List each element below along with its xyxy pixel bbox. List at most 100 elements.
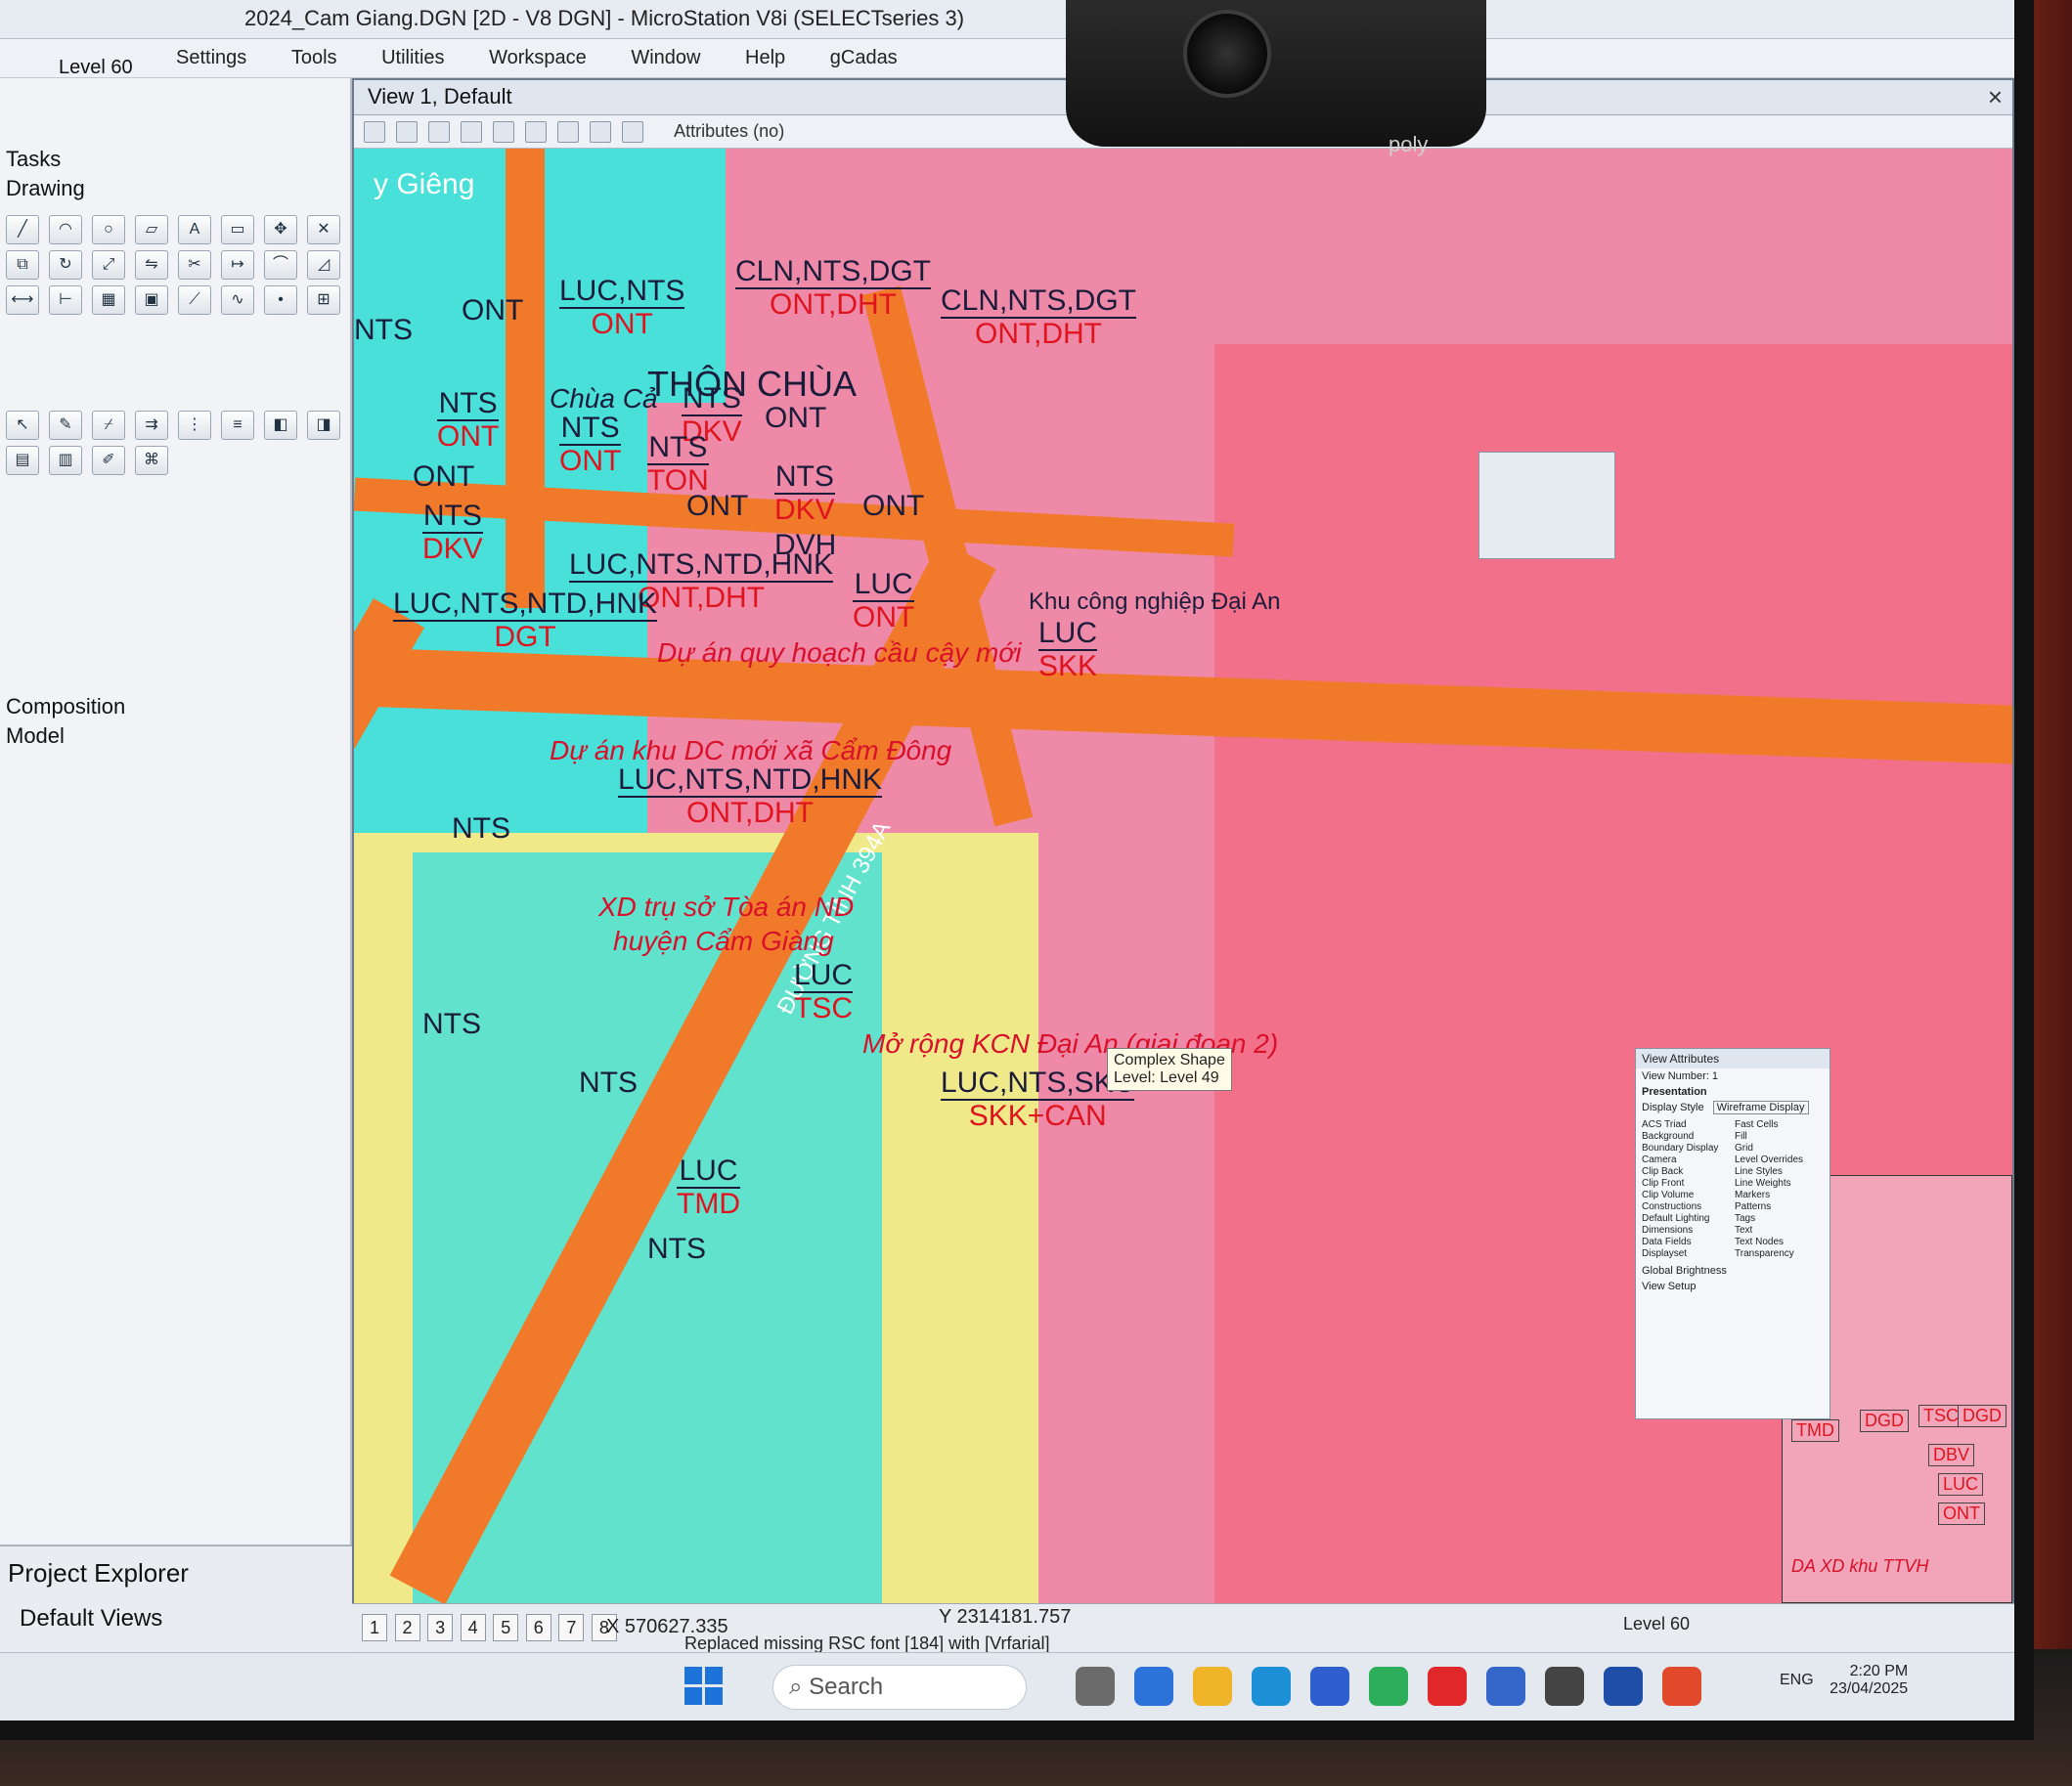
option-patterns[interactable]: Patterns [1735,1201,1824,1212]
option-background[interactable]: Background [1642,1131,1731,1142]
tag-tool[interactable]: ⌘ [135,446,168,475]
mirror-tool[interactable]: ⇋ [135,250,168,280]
menu-gcadas[interactable]: gCadas [830,47,898,69]
rotate-tool[interactable]: ↻ [49,250,82,280]
fit-view-icon[interactable] [493,121,515,144]
view-number-field[interactable]: View Number: 1 [1636,1068,1830,1084]
view-tab-4[interactable]: 4 [460,1614,486,1641]
option-clip-volume[interactable]: Clip Volume [1642,1190,1731,1200]
menu-tools[interactable]: Tools [291,47,337,69]
zoom-in-icon[interactable] [396,121,419,144]
taskbar-search[interactable]: ⌕ Search [772,1665,1027,1710]
view-tab-7[interactable]: 7 [558,1614,585,1641]
dimension-tool[interactable]: ⊢ [49,285,82,315]
view-setup-section[interactable]: View Setup [1636,1279,1830,1294]
composition-heading[interactable]: Composition [6,694,125,719]
menu-window[interactable]: Window [631,47,700,69]
option-fast-cells[interactable]: Fast Cells [1735,1119,1824,1130]
store-icon[interactable] [1310,1667,1349,1706]
move-tool[interactable]: ✥ [264,215,297,244]
grid-tool[interactable]: ▤ [6,446,39,475]
attributes-dropdown[interactable]: Attributes (no) [674,121,784,141]
match-attr-tool[interactable]: ◨ [307,411,340,440]
window-area-icon[interactable] [461,121,483,144]
scale-tool[interactable]: ⤢ [92,250,125,280]
option-line-styles[interactable]: Line Styles [1735,1166,1824,1177]
option-clip-front[interactable]: Clip Front [1642,1178,1731,1189]
view-tab-5[interactable]: 5 [493,1614,519,1641]
option-constructions[interactable]: Constructions [1642,1201,1731,1212]
menu-settings[interactable]: Settings [176,47,246,69]
option-clip-back[interactable]: Clip Back [1642,1166,1731,1177]
extend-tool[interactable]: ↦ [221,250,254,280]
menu-utilities[interactable]: Utilities [381,47,444,69]
youtube-icon[interactable] [1428,1667,1467,1706]
view-tab-6[interactable]: 6 [525,1614,551,1641]
measure-tool[interactable]: ⟷ [6,285,39,315]
drawing-heading[interactable]: Drawing [6,176,85,201]
view-previous-icon[interactable] [590,121,612,144]
place-text-tool[interactable]: A [178,215,211,244]
option-data-fields[interactable]: Data Fields [1642,1237,1731,1247]
rotate-view-icon[interactable] [525,121,548,144]
option-camera[interactable]: Camera [1642,1154,1731,1165]
view-tab-3[interactable]: 3 [427,1614,454,1641]
group-tool[interactable]: ⊞ [307,285,340,315]
fillet-tool[interactable]: ⌒ [264,250,297,280]
microstation-icon[interactable] [1545,1667,1584,1706]
option-grid[interactable]: Grid [1735,1143,1824,1154]
file-explorer-icon[interactable] [1076,1667,1115,1706]
project-explorer-title[interactable]: Project Explorer [8,1558,189,1589]
point-tool[interactable]: • [264,285,297,315]
annotate-tool[interactable]: ✐ [92,446,125,475]
view-tab-2[interactable]: 2 [394,1614,420,1641]
align-tool[interactable]: ≡ [221,411,254,440]
option-markers[interactable]: Markers [1735,1190,1824,1200]
table-tool[interactable]: ▥ [49,446,82,475]
clock-time[interactable]: 2:20 PM [1830,1663,1909,1680]
change-attr-tool[interactable]: ◧ [264,411,297,440]
zoom-out-icon[interactable] [428,121,451,144]
gcadas-icon[interactable] [1604,1667,1643,1706]
option-fill[interactable]: Fill [1735,1131,1824,1142]
option-acs-triad[interactable]: ACS Triad [1642,1119,1731,1130]
status-level[interactable]: Level 60 [1623,1614,1690,1634]
copy-tool[interactable]: ⧉ [6,250,39,280]
clock-date[interactable]: 23/04/2025 [1830,1680,1908,1698]
chrome-icon[interactable] [1369,1667,1408,1706]
windows-start-icon[interactable] [684,1667,724,1706]
edge-icon[interactable] [1252,1667,1291,1706]
array-tool[interactable]: ⋮ [178,411,211,440]
view-tab-1[interactable]: 1 [362,1614,387,1641]
modify-tool[interactable]: ✎ [49,411,82,440]
break-tool[interactable]: ⌿ [92,411,125,440]
map-canvas[interactable]: THÔN CHÙA Chùa Cả y Giêng Khu công nghiệ… [354,149,2012,1603]
cell-tool[interactable]: ▣ [135,285,168,315]
pan-view-icon[interactable] [557,121,580,144]
foxit-icon[interactable] [1662,1667,1701,1706]
option-text[interactable]: Text [1735,1225,1824,1236]
polyline-tool[interactable]: ⟋ [178,285,211,315]
option-tags[interactable]: Tags [1735,1213,1824,1224]
language-indicator[interactable]: ENG [1780,1672,1814,1688]
option-transparency[interactable]: Transparency [1735,1248,1824,1259]
update-view-icon[interactable] [364,121,385,144]
option-displayset[interactable]: Displayset [1642,1248,1731,1259]
hatch-tool[interactable]: ▦ [92,285,125,315]
close-icon[interactable]: × [1988,82,2003,112]
offset-tool[interactable]: ⇉ [135,411,168,440]
option-line-weights[interactable]: Line Weights [1735,1178,1824,1189]
presentation-section[interactable]: Presentation [1636,1084,1830,1100]
option-text-nodes[interactable]: Text Nodes [1735,1237,1824,1247]
model-heading[interactable]: Model [6,723,65,749]
place-circle-tool[interactable]: ○ [92,215,125,244]
option-default-lighting[interactable]: Default Lighting [1642,1213,1731,1224]
place-shape-tool[interactable]: ▱ [135,215,168,244]
zalo-icon[interactable] [1486,1667,1525,1706]
delete-tool[interactable]: ✕ [307,215,340,244]
menu-help[interactable]: Help [745,47,785,69]
active-level-field[interactable]: Level 60 [59,57,133,79]
display-style-select[interactable]: Wireframe Display [1712,1101,1809,1114]
global-brightness-slider[interactable]: Global Brightness [1636,1263,1830,1279]
chamfer-tool[interactable]: ◿ [307,250,340,280]
